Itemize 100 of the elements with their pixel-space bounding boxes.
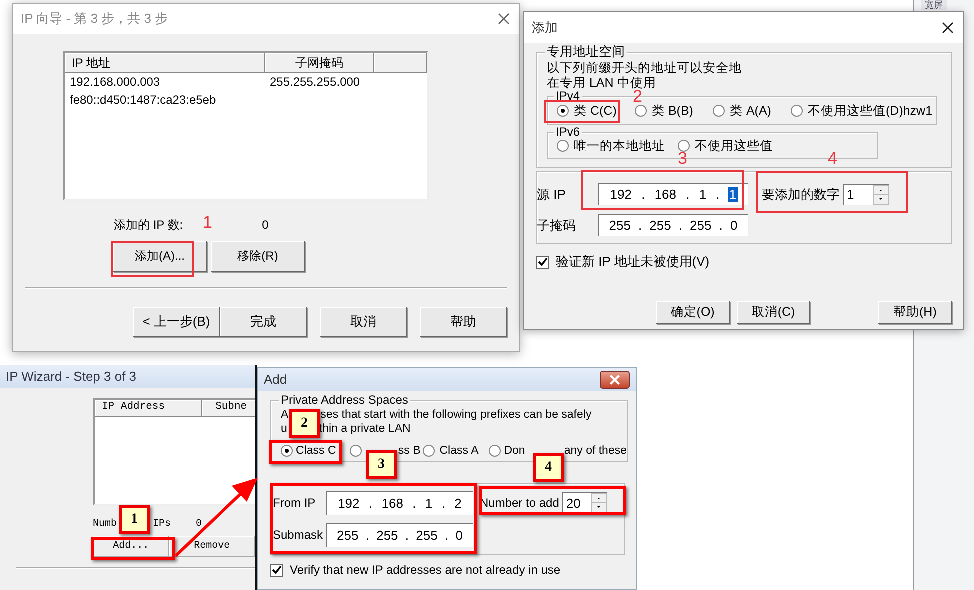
step-callout: 4 <box>533 453 564 482</box>
number-value: 20 <box>565 496 582 510</box>
radio-label[interactable]: Don <box>504 445 526 457</box>
radio-label[interactable]: ss B <box>398 445 421 457</box>
field-label: From IP <box>273 496 317 510</box>
separator-dot: . <box>716 187 720 202</box>
description-text: 以下列前缀开头的地址可以安全地 <box>547 61 742 76</box>
radio-label[interactable]: 不使用这些值(D)hzw1 <box>808 102 933 120</box>
count-label: 添加的 IP 数: <box>114 216 184 234</box>
description-text: 在专用 LAN 中使用 <box>547 76 656 90</box>
step-number: 2 <box>633 88 642 105</box>
separator-dot: . <box>678 218 683 233</box>
ip-address-field[interactable]: 255 . 255 . 255 . 0 <box>326 522 474 548</box>
radio-label[interactable]: 类 A(A) <box>730 102 772 120</box>
radio-button[interactable] <box>350 445 362 457</box>
octet-text: 255 <box>336 528 360 542</box>
window-title: Add <box>264 372 288 387</box>
octet-text: 2 <box>454 496 463 510</box>
radio-button[interactable] <box>489 445 502 457</box>
spinner-arrows-icon[interactable] <box>591 493 608 513</box>
dialog-button[interactable]: 取消(C) <box>736 301 810 324</box>
dialog-button[interactable]: < 上一步(B) <box>133 307 220 337</box>
dialog-button[interactable]: 确定(O) <box>656 301 730 324</box>
step-callout: 1 <box>119 505 150 534</box>
ip-address-field[interactable]: 192 . 168 . 1 . 2 <box>326 490 474 516</box>
window-title: 添加 <box>532 18 558 36</box>
radio-label[interactable]: 唯一的本地地址 <box>574 138 665 154</box>
close-button[interactable] <box>600 370 630 388</box>
radio-label[interactable]: Class A <box>440 445 479 457</box>
separator-dot: . <box>368 496 373 510</box>
octet-text: 255 <box>376 528 400 542</box>
octet-text: 168 <box>380 496 404 510</box>
ip-address-field[interactable]: 255 . 255 . 255 . 0 <box>598 214 749 237</box>
radio-button[interactable] <box>791 105 803 117</box>
radio-label[interactable]: 类 C(C) <box>574 102 617 120</box>
spinner-arrows-icon[interactable] <box>873 184 889 204</box>
radio-button[interactable] <box>422 445 435 457</box>
octet-text: 1 <box>728 187 738 202</box>
radio-label[interactable]: Class C <box>296 445 336 457</box>
radio-label[interactable]: 类 B(B) <box>652 102 694 120</box>
radio-button[interactable] <box>557 105 569 117</box>
dialog-button[interactable]: 完成 <box>220 307 307 337</box>
count-value: 0 <box>262 218 269 232</box>
window-title: IP Wizard - Step 3 of 3 <box>6 369 137 384</box>
checkbox-label[interactable]: Verify that new IP addresses are not already in use <box>290 563 561 577</box>
count-label: Numb <box>93 518 118 530</box>
number-value: 1 <box>846 187 856 202</box>
separator-dot: . <box>686 187 690 202</box>
dialog-button[interactable]: Remove <box>169 536 255 557</box>
dialog-button[interactable]: 移除(R) <box>211 241 305 272</box>
number-spinner[interactable]: 1 <box>843 184 890 206</box>
description-text: ses that start with the following prefixes can be safely <box>320 408 592 422</box>
octet-text: 255 <box>648 218 672 233</box>
separator-dot: . <box>442 496 446 510</box>
group-title: Private Address Spaces <box>279 393 410 407</box>
octet-text: 0 <box>454 528 464 542</box>
step-number: 1 <box>203 214 212 231</box>
separator-dot: . <box>412 496 416 510</box>
field-label: Submask <box>273 528 324 542</box>
column-header[interactable]: 子网掩码 <box>265 53 374 73</box>
table-cell-text: fe80::d450:1487:ca23:e5eb <box>69 93 218 107</box>
field-label: 源 IP <box>537 186 567 204</box>
separator-dot: . <box>719 218 723 233</box>
radio-button[interactable] <box>635 105 647 117</box>
radio-button[interactable] <box>713 105 725 117</box>
ip-address-field[interactable]: 192 . 168 . 1 . 1 <box>598 183 749 206</box>
octet-text: 168 <box>654 187 678 202</box>
description-text: u <box>281 422 288 436</box>
radio-button[interactable] <box>557 140 569 152</box>
table-cell-text: 255.255.255.000 <box>269 75 362 89</box>
column-header[interactable]: IP 地址 <box>65 53 265 73</box>
separator-dot: . <box>405 528 410 542</box>
close-icon[interactable] <box>941 20 955 34</box>
radio-label[interactable]: any of these <box>564 445 627 457</box>
checkbox[interactable] <box>270 564 283 576</box>
field-label: 子掩码 <box>537 216 577 234</box>
count-value: 0 <box>196 518 202 530</box>
octet-text: 1 <box>698 187 708 202</box>
octet-text: 255 <box>608 218 632 233</box>
octet-text: 192 <box>337 496 361 510</box>
dialog-button[interactable]: 添加(A)... <box>113 241 207 272</box>
octet-text: 255 <box>415 528 439 542</box>
radio-button[interactable] <box>281 445 293 457</box>
number-spinner[interactable]: 20 <box>562 492 608 514</box>
dialog-button[interactable]: 取消 <box>320 307 407 337</box>
radio-button[interactable] <box>678 140 690 152</box>
description-text: thin a private LAN <box>319 422 411 436</box>
octet-text: 0 <box>729 218 739 233</box>
dialog-button[interactable]: 帮助(H) <box>878 301 952 324</box>
step-number: 3 <box>678 150 688 167</box>
dialog-button[interactable]: 帮助 <box>420 307 507 337</box>
separator-dot: . <box>444 528 449 542</box>
checkbox-label[interactable]: 验证新 IP 地址未被使用(V) <box>556 253 710 271</box>
column-header[interactable]: Subne <box>202 400 255 417</box>
column-header[interactable]: IP Address <box>95 400 202 417</box>
tab[interactable]: 宽屏 <box>921 0 947 10</box>
count-label: IPs <box>153 518 172 530</box>
radio-label[interactable]: 不使用这些值 <box>695 138 773 154</box>
checkbox[interactable] <box>536 256 549 268</box>
step-callout: 2 <box>289 409 320 438</box>
